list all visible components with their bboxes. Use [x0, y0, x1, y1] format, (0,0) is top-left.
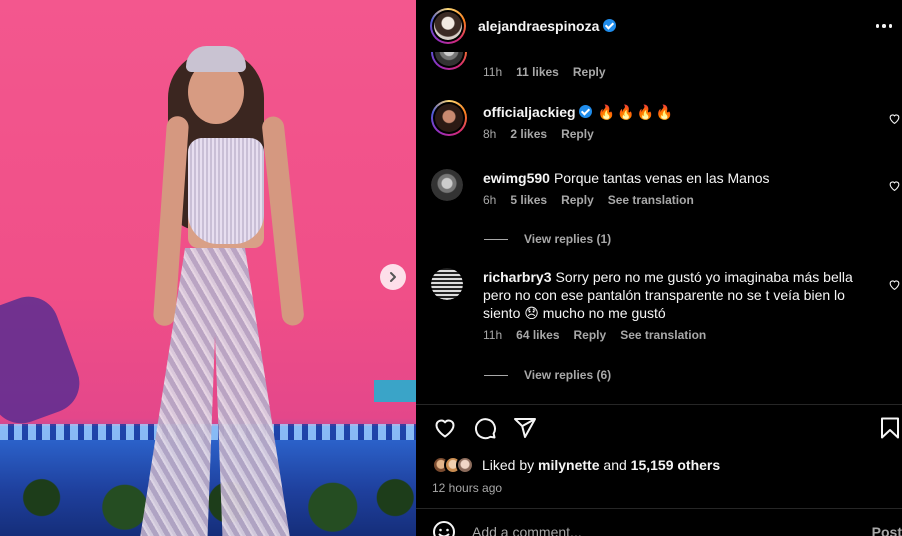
author-avatar[interactable]: [430, 8, 466, 44]
liked-by-label: Liked by: [482, 457, 535, 473]
comment-button[interactable]: [473, 416, 497, 440]
person-figure: [130, 20, 310, 536]
verified-badge-icon: [603, 19, 617, 32]
likes-count[interactable]: 15,159 others: [631, 457, 721, 473]
likes-joiner: and: [603, 457, 627, 473]
stage-decoration: [374, 380, 416, 402]
likes-summary: Liked by milynette and 15,159 others: [432, 456, 720, 474]
comment-avatar[interactable]: [431, 52, 467, 70]
comment-time: 6h: [483, 193, 497, 207]
comment-avatar[interactable]: [431, 100, 467, 136]
comment-time: 8h: [483, 127, 497, 141]
comment-emoji: 🔥🔥🔥🔥: [597, 104, 676, 120]
see-translation-link[interactable]: See translation: [620, 328, 706, 342]
post-timestamp[interactable]: 12 hours ago: [432, 481, 502, 495]
reply-button[interactable]: Reply: [561, 127, 594, 141]
comment-avatar[interactable]: [431, 268, 463, 300]
heart-icon: [889, 181, 900, 192]
post-header: alejandraespinoza: [416, 0, 902, 52]
comment-meta: 11h 64 likes Reply See translation: [483, 328, 883, 342]
share-icon: [514, 418, 536, 438]
heart-icon: [889, 114, 900, 125]
reply-line: [484, 374, 508, 376]
post-image: [0, 0, 416, 536]
comment-likes[interactable]: 11 likes: [516, 65, 559, 79]
see-translation-link[interactable]: See translation: [608, 193, 694, 207]
view-replies-button[interactable]: View replies (6): [484, 368, 611, 382]
chevron-right-icon: [390, 272, 396, 282]
comment-meta: 6h 5 likes Reply See translation: [483, 193, 883, 207]
comment-time: 11h: [483, 328, 503, 342]
comment-username[interactable]: richarbry3: [483, 269, 551, 285]
comment-time: 11h: [483, 65, 503, 79]
author-username[interactable]: alejandraespinoza: [478, 18, 617, 34]
reply-button[interactable]: Reply: [573, 65, 606, 79]
like-comment-button[interactable]: [888, 179, 901, 192]
more-horizontal-icon: [875, 24, 880, 28]
emoji-icon: [433, 521, 455, 536]
share-button[interactable]: [513, 416, 537, 440]
comment-likes[interactable]: 64 likes: [516, 328, 559, 342]
verified-badge-icon: [578, 105, 592, 118]
next-image-button[interactable]: [380, 264, 406, 290]
divider: [416, 404, 902, 405]
comment-meta: 8h 2 likes Reply: [483, 127, 883, 141]
heart-icon: [435, 419, 455, 438]
comment-composer: Post: [432, 520, 902, 536]
comment-username[interactable]: officialjackieg: [483, 104, 576, 120]
view-replies-button[interactable]: View replies (1): [484, 232, 611, 246]
comments-list[interactable]: 11h 11 likes Reply officialjackieg 🔥🔥🔥🔥 8…: [416, 52, 902, 404]
divider: [416, 508, 902, 509]
comment-input[interactable]: [472, 524, 832, 536]
comment-meta: 11h 11 likes Reply: [483, 65, 606, 79]
post-actions: [416, 412, 902, 444]
emoji-button[interactable]: [432, 520, 456, 536]
post-side-panel: alejandraespinoza 11h 11 likes Reply off…: [416, 0, 902, 536]
comment-likes[interactable]: 2 likes: [510, 127, 547, 141]
comment-username[interactable]: ewimg590: [483, 170, 550, 186]
comment-text: Porque tantas venas en las Manos: [553, 170, 770, 186]
bookmark-icon: [881, 417, 899, 439]
save-button[interactable]: [878, 416, 902, 440]
like-comment-button[interactable]: [888, 278, 901, 291]
like-button[interactable]: [433, 416, 457, 440]
comment-likes[interactable]: 5 likes: [510, 193, 547, 207]
like-comment-button[interactable]: [888, 112, 901, 125]
reply-button[interactable]: Reply: [574, 328, 607, 342]
comment-icon: [474, 418, 496, 440]
liker-username[interactable]: milynette: [538, 457, 599, 473]
heart-icon: [889, 280, 900, 291]
reply-line: [484, 238, 508, 240]
reply-button[interactable]: Reply: [561, 193, 594, 207]
post-comment-button[interactable]: Post: [872, 524, 902, 536]
comment-avatar[interactable]: [431, 169, 463, 201]
more-options-button[interactable]: [874, 16, 894, 36]
liker-avatars[interactable]: [432, 456, 474, 474]
stage-decoration: [0, 288, 88, 432]
